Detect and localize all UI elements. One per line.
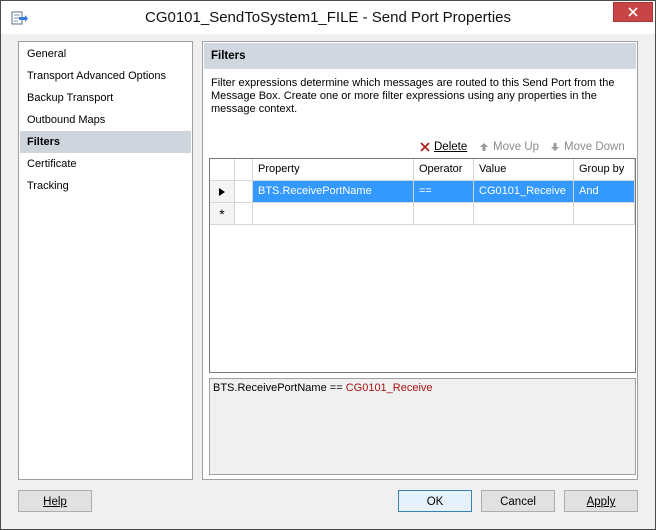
sidebar-item-certificate[interactable]: Certificate xyxy=(20,153,191,175)
title-bar: CG0101_SendToSystem1_FILE - Send Port Pr… xyxy=(1,1,655,34)
preview-property: BTS.ReceivePortName xyxy=(213,382,327,394)
sidebar-item-general[interactable]: General xyxy=(20,43,191,65)
column-header-property[interactable]: Property xyxy=(253,159,414,181)
preview-operator: == xyxy=(329,382,343,394)
move-up-label: Move Up xyxy=(493,141,540,153)
sidebar-item-filters[interactable]: Filters xyxy=(20,131,191,153)
sidebar-item-tracking[interactable]: Tracking xyxy=(20,175,191,197)
column-header-operator[interactable]: Operator xyxy=(414,159,474,181)
new-row-marker[interactable]: * xyxy=(210,203,235,225)
ok-button[interactable]: OK xyxy=(398,490,472,512)
sidebar-item-transport-advanced-options[interactable]: Transport Advanced Options xyxy=(20,65,191,87)
filters-description: Filter expressions determine which messa… xyxy=(211,77,615,115)
new-row-property-cell[interactable] xyxy=(253,203,414,225)
cancel-button[interactable]: Cancel xyxy=(481,490,555,512)
apply-button[interactable]: Apply xyxy=(564,490,638,512)
grid-blank-header xyxy=(235,159,253,181)
filter-grid: Property Operator Value Group by BTS.Rec… xyxy=(209,158,636,373)
move-up-button[interactable]: Move Up xyxy=(479,139,539,155)
column-header-group-by[interactable]: Group by xyxy=(574,159,635,181)
filter-expression-preview: BTS.ReceivePortName == CG0101_Receive xyxy=(209,378,636,475)
new-row-group-by-cell[interactable] xyxy=(574,203,635,225)
help-button-label: Help xyxy=(43,496,67,508)
send-port-properties-dialog: CG0101_SendToSystem1_FILE - Send Port Pr… xyxy=(0,0,656,530)
new-row-blank-cell xyxy=(235,203,253,225)
operator-cell[interactable]: == xyxy=(414,181,474,203)
arrow-down-icon xyxy=(551,143,559,151)
arrow-up-icon xyxy=(480,143,488,151)
apply-button-label: Apply xyxy=(586,496,616,508)
section-header: Filters xyxy=(204,43,636,69)
help-button[interactable]: Help xyxy=(18,490,92,512)
close-icon xyxy=(628,7,638,17)
value-cell[interactable]: CG0101_Receive xyxy=(474,181,574,203)
delete-button[interactable]: Delete xyxy=(420,139,467,155)
group-by-cell[interactable]: And xyxy=(574,181,635,203)
sidebar-item-outbound-maps[interactable]: Outbound Maps xyxy=(20,109,191,131)
grid-corner-header xyxy=(210,159,235,181)
delete-icon xyxy=(420,142,430,152)
column-header-value[interactable]: Value xyxy=(474,159,574,181)
new-row-operator-cell[interactable] xyxy=(414,203,474,225)
sidebar-item-backup-transport[interactable]: Backup Transport xyxy=(20,87,191,109)
row-selector[interactable] xyxy=(210,181,235,203)
current-row-arrow-icon xyxy=(219,187,225,196)
close-button[interactable] xyxy=(613,2,653,22)
row-blank-cell xyxy=(235,181,253,203)
window-title: CG0101_SendToSystem1_FILE - Send Port Pr… xyxy=(144,9,512,26)
new-row-value-cell[interactable] xyxy=(474,203,574,225)
property-cell[interactable]: BTS.ReceivePortName xyxy=(253,181,414,203)
move-down-button[interactable]: Move Down xyxy=(550,139,625,155)
sidebar-nav: General Transport Advanced Options Backu… xyxy=(18,41,193,480)
move-down-label: Move Down xyxy=(564,141,625,153)
delete-label: Delete xyxy=(434,141,468,153)
preview-value: CG0101_Receive xyxy=(345,382,433,394)
filters-panel: Filters Filter expressions determine whi… xyxy=(202,41,638,480)
